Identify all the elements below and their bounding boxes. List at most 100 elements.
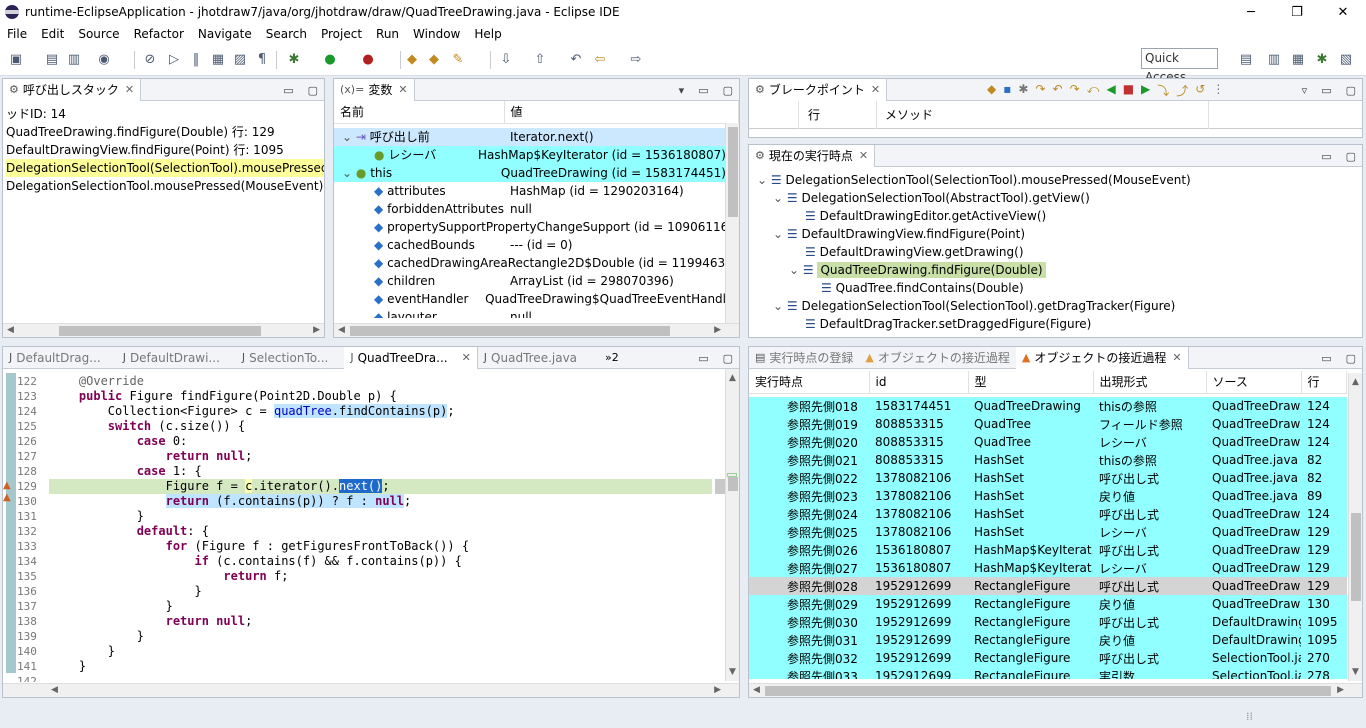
close-button[interactable]: ✕ xyxy=(1320,0,1366,24)
column-header[interactable]: id xyxy=(869,371,969,394)
variable-row[interactable]: ◆ children ArrayList (id = 298070396) xyxy=(334,272,726,290)
open-perspective-icon[interactable]: ▤ xyxy=(1238,52,1254,68)
list-item[interactable]: DelegationSelectionTool.mousePressed(Mou… xyxy=(6,177,324,195)
last-edit-location-icon[interactable]: ↶ xyxy=(568,52,584,68)
maximize-icon[interactable]: ▢ xyxy=(308,84,318,97)
menu-source[interactable]: Source xyxy=(71,27,126,41)
tree-item[interactable]: ⌄ ☰ DelegationSelectionTool(SelectionToo… xyxy=(749,171,1362,189)
debug-step-icon[interactable]: ✱ xyxy=(1018,82,1028,99)
variable-row[interactable]: ◆ layouter null xyxy=(334,308,726,318)
table-row[interactable]: 参照先側022 1378082106 HashSet 呼び出し式 QuadTree.ja… xyxy=(749,469,1347,487)
table-row[interactable]: 参照先側029 1952912699 RectangleFigure 戻り値 QuadT… xyxy=(749,595,1347,613)
close-icon[interactable]: ✕ xyxy=(125,83,134,96)
new-icon[interactable]: ▣ xyxy=(8,52,24,68)
minimize-button[interactable]: ─ xyxy=(1228,0,1274,24)
stop-icon[interactable]: ■ xyxy=(1123,82,1134,99)
next-annotation-icon[interactable]: ⇩ xyxy=(498,52,514,68)
terminate-icon[interactable]: ▦ xyxy=(210,52,226,68)
list-item[interactable]: QuadTreeDrawing.findFigure(Double) 行: 12… xyxy=(6,123,324,141)
tab-editor[interactable]: J SelectionTo... xyxy=(236,347,334,369)
maximize-icon[interactable]: ▢ xyxy=(1346,150,1356,163)
step-return-icon[interactable]: ⤺ xyxy=(1087,82,1100,99)
maximize-icon[interactable]: ▢ xyxy=(1346,84,1356,97)
skip-breakpoints-icon[interactable]: ⊘ xyxy=(142,52,158,68)
table-row[interactable]: 参照先側027 1536180807 HashMap$KeyIterat... レシー… xyxy=(749,559,1347,577)
step-out-icon[interactable]: ⤴ xyxy=(1176,82,1188,99)
view-menu-icon[interactable]: ▾ xyxy=(679,84,685,97)
open-task-icon[interactable]: ◆ xyxy=(426,52,442,68)
vertical-scrollbar[interactable]: ▲ ▼ xyxy=(1348,373,1362,681)
tab-overflow[interactable]: »2 xyxy=(599,347,625,369)
step-back-icon[interactable]: ↶ xyxy=(1053,82,1063,99)
menu-help[interactable]: Help xyxy=(467,27,508,41)
variable-row[interactable]: ◆ attributes HashMap (id = 1290203164) xyxy=(334,182,726,200)
tab-call-stack[interactable]: ⚙ 呼び出しスタック ✕ xyxy=(3,79,142,101)
list-item[interactable]: ッドID: 14 xyxy=(6,105,324,123)
prev-annotation-icon[interactable]: ⇧ xyxy=(532,52,548,68)
vertical-scrollbar[interactable]: ▲ ▼ xyxy=(725,369,739,681)
step-icon[interactable]: ↷ xyxy=(1035,82,1045,99)
variable-row[interactable]: ◆ propertySupport PropertyChangeSupport (… xyxy=(334,218,726,236)
menu-project[interactable]: Project xyxy=(314,27,369,41)
back-run-icon[interactable]: ◀ xyxy=(1106,82,1115,99)
horizontal-scrollbar[interactable]: ◀ ▶ xyxy=(749,683,1362,697)
table-row-selected[interactable]: 参照先側028 1952912699 RectangleFigure 呼び出し式 Qua… xyxy=(749,577,1347,595)
menu-run[interactable]: Run xyxy=(369,27,406,41)
menu-refactor[interactable]: Refactor xyxy=(127,27,191,41)
use-step-filters-icon[interactable]: ¶ xyxy=(254,52,270,68)
tab-execution-registry[interactable]: ▤ 実行時点の登録 xyxy=(749,347,859,369)
tab-execution-point[interactable]: ⚙ 現在の実行時点 ✕ xyxy=(749,145,876,167)
tab-editor[interactable]: J DefaultDrag... xyxy=(3,347,107,369)
resume-icon[interactable]: ▷ xyxy=(166,52,182,68)
back-icon[interactable]: ⇦ xyxy=(592,52,608,68)
resource-perspective-icon[interactable]: ▥ xyxy=(1266,52,1282,68)
run-icon[interactable]: ● xyxy=(322,52,338,68)
column-header[interactable]: 行 xyxy=(1301,371,1347,394)
variable-row[interactable]: ◆ cachedDrawingArea Rectangle2D$Double (i… xyxy=(334,254,726,272)
search-tool-icon[interactable]: ✎ xyxy=(450,52,466,68)
save-all-icon[interactable]: ▥ xyxy=(66,52,82,68)
minimize-icon[interactable]: ▭ xyxy=(698,84,708,97)
horizontal-scrollbar[interactable]: ◀ ▶ xyxy=(3,323,324,337)
variable-row[interactable]: ◆ forbiddenAttributes null xyxy=(334,200,726,218)
variable-row[interactable]: ◆ cachedBounds --- (id = 0) xyxy=(334,236,726,254)
tab-variables[interactable]: (x)= 変数 ✕ xyxy=(334,79,415,101)
table-row[interactable]: 参照先側032 1952912699 RectangleFigure 呼び出し式 Sel… xyxy=(749,649,1347,667)
close-icon[interactable]: ✕ xyxy=(462,351,471,364)
variable-row[interactable]: ⌄ ● this QuadTreeDrawing (id = 1583174451… xyxy=(334,164,726,182)
close-icon[interactable]: ✕ xyxy=(1172,351,1181,364)
minimize-icon[interactable]: ▭ xyxy=(1321,150,1331,163)
minimize-icon[interactable]: ▭ xyxy=(698,352,708,365)
minimize-icon[interactable]: ▭ xyxy=(1321,352,1331,365)
tab-breakpoints[interactable]: ⚙ ブレークポイント ✕ xyxy=(749,79,888,101)
save-icon[interactable]: ▤ xyxy=(44,52,60,68)
vertical-scrollbar[interactable] xyxy=(725,123,739,323)
menu-edit[interactable]: Edit xyxy=(34,27,71,41)
tree-item[interactable]: ⌄ ☰ DelegationSelectionTool(AbstractTool… xyxy=(749,189,1362,207)
close-icon[interactable]: ✕ xyxy=(859,149,868,162)
expand-icon[interactable]: ▪ xyxy=(1003,82,1011,99)
menu-window[interactable]: Window xyxy=(406,27,467,41)
column-header[interactable]: 実行時点 xyxy=(749,371,870,394)
table-row[interactable]: 参照先側024 1378082106 HashSet 呼び出し式 QuadTreeDra… xyxy=(749,505,1347,523)
menu-file[interactable]: File xyxy=(0,27,34,41)
tree-item[interactable]: ☰ DefaultDrawingEditor.getActiveView() xyxy=(749,207,1362,225)
tab-editor[interactable]: J QuadTree.java xyxy=(478,347,583,369)
tab-editor-active[interactable]: J QuadTreeDra... ✕ xyxy=(344,347,478,369)
table-row[interactable]: 参照先側023 1378082106 HashSet 戻り値 QuadTree.java… xyxy=(749,487,1347,505)
column-header[interactable]: 名前 xyxy=(334,101,505,124)
trace-perspective-icon[interactable]: ▧ xyxy=(1338,52,1354,68)
list-item-selected[interactable]: DelegationSelectionTool(SelectionTool).m… xyxy=(6,159,324,177)
table-row[interactable]: 参照先側020 808853315 QuadTree レシーバ QuadTreeDraw… xyxy=(749,433,1347,451)
tab-object-trace-active[interactable]: ▲ オブジェクトの接近過程 ✕ xyxy=(1015,347,1189,369)
column-header[interactable]: ソース xyxy=(1206,371,1302,394)
tab-editor[interactable]: J DefaultDrawi... xyxy=(117,347,226,369)
variable-row[interactable]: ● レシーバ HashMap$KeyIterator (id = 15361808… xyxy=(334,146,726,164)
table-row[interactable]: 参照先側025 1378082106 HashSet レシーバ QuadTreeDraw… xyxy=(749,523,1347,541)
menu-navigate[interactable]: Navigate xyxy=(191,27,259,41)
variable-row[interactable]: ◆ eventHandler QuadTreeDrawing$QuadTreeEv… xyxy=(334,290,726,308)
open-type-icon[interactable]: ◆ xyxy=(404,52,420,68)
quick-access-input[interactable]: Quick Access xyxy=(1141,48,1218,84)
tree-item[interactable]: ⌄ ☰ DefaultDrawingView.findFigure(Point) xyxy=(749,225,1362,243)
maximize-icon[interactable]: ▢ xyxy=(723,352,733,365)
